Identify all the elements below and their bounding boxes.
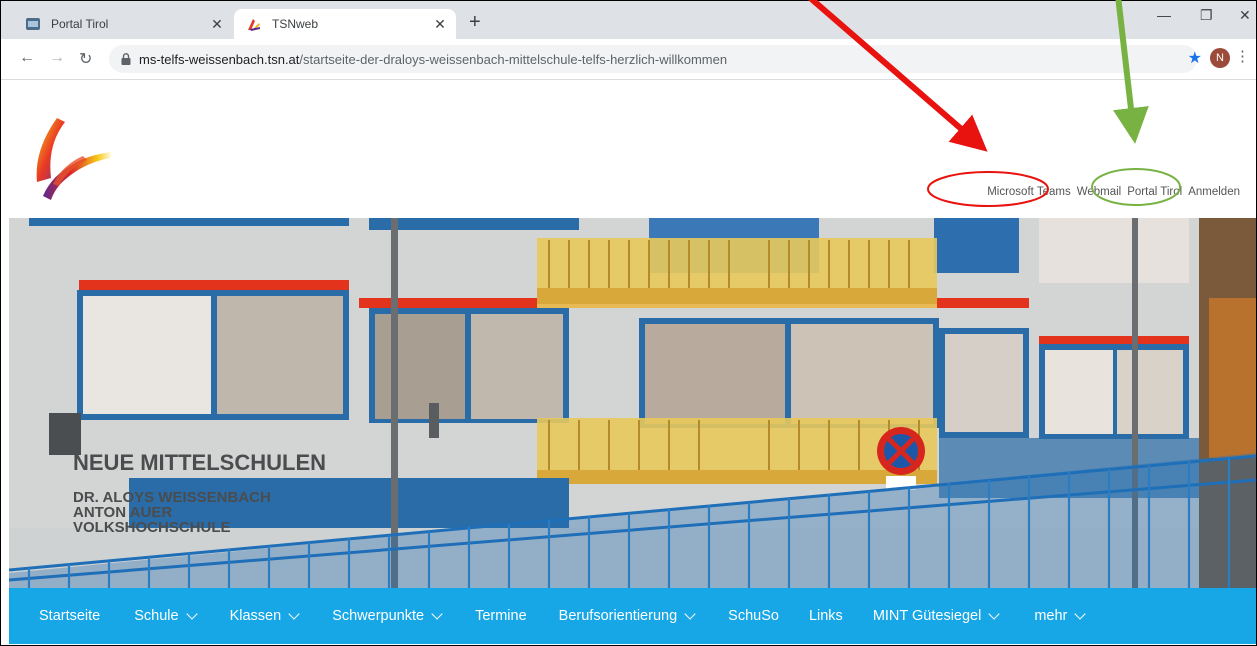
tsnweb-favicon-icon: [246, 16, 262, 32]
chevron-down-icon: [288, 608, 300, 620]
sign-line-4: VOLKSHOCHSCHULE: [73, 519, 231, 536]
nav-label: Klassen: [229, 608, 282, 624]
url-host: ms-telfs-weissenbach.tsn.at: [139, 51, 300, 67]
portal-tirol-link[interactable]: Portal Tirol: [1127, 186, 1182, 198]
site-header: Microsoft Teams Webmail Portal Tirol Anm…: [1, 80, 1256, 218]
portal-tirol-favicon-icon: [25, 16, 41, 32]
tab-tsnweb[interactable]: TSNweb ✕: [234, 9, 456, 39]
address-bar[interactable]: ms-telfs-weissenbach.tsn.at/startseite-d…: [109, 45, 1197, 73]
nav-label: SchuSo: [728, 608, 779, 624]
nav-schule[interactable]: Schule: [134, 608, 198, 624]
nav-label: Berufsorientierung: [558, 608, 678, 624]
close-tab-icon[interactable]: ✕: [430, 16, 450, 33]
nav-berufsorientierung[interactable]: Berufsorientierung: [558, 608, 696, 624]
profile-avatar[interactable]: N: [1210, 48, 1230, 68]
hero-image: NEUE MITTELSCHULEN DR. ALOYS WEISSENBACH…: [9, 218, 1256, 588]
nav-label: MINT Gütesiegel: [872, 608, 982, 624]
tab-title: TSNweb: [272, 17, 319, 31]
tab-strip: Portal Tirol ✕ TSNweb ✕ + — ❐ ✕: [1, 1, 1256, 39]
nav-mehr[interactable]: mehr: [1034, 608, 1087, 624]
tab-title: Portal Tirol: [51, 17, 109, 31]
bookmark-star-icon[interactable]: ★: [1188, 48, 1202, 68]
nav-startseite[interactable]: Startseite: [39, 608, 100, 624]
nav-label: Links: [808, 608, 843, 624]
browser-toolbar: ← → ↻ ms-telfs-weissenbach.tsn.at/starts…: [1, 39, 1256, 80]
tab-portal-tirol[interactable]: Portal Tirol ✕: [13, 9, 233, 39]
browser-window: Portal Tirol ✕ TSNweb ✕ + — ❐ ✕ ← → ↻ ms…: [0, 0, 1257, 646]
restore-icon[interactable]: ❐: [1200, 7, 1213, 24]
new-tab-plus-icon[interactable]: +: [469, 11, 481, 34]
nav-termine[interactable]: Termine: [475, 608, 527, 624]
nav-schwerpunkte[interactable]: Schwerpunkte: [332, 608, 443, 624]
main-navigation: Startseite Schule Klassen Schwerpunkte T…: [9, 588, 1256, 644]
reload-icon[interactable]: ↻: [79, 49, 92, 69]
chevron-down-icon: [684, 608, 696, 620]
chevron-down-icon: [988, 608, 1001, 620]
school-building-photo: NEUE MITTELSCHULEN DR. ALOYS WEISSENBACH…: [9, 218, 1256, 588]
chevron-down-icon: [1074, 608, 1087, 620]
chevron-down-icon: [185, 608, 198, 620]
nav-klassen[interactable]: Klassen: [229, 608, 300, 624]
browser-menu-icon[interactable]: ⋮: [1235, 47, 1250, 65]
back-arrow-icon[interactable]: ←: [19, 49, 35, 67]
nav-label: mehr: [1034, 608, 1068, 624]
nav-label: Schule: [134, 608, 179, 624]
webmail-link[interactable]: Webmail: [1077, 186, 1122, 198]
nav-label: Startseite: [39, 608, 101, 624]
close-tab-icon[interactable]: ✕: [207, 16, 227, 33]
sign-line-1: NEUE MITTELSCHULEN: [73, 450, 326, 475]
nav-label: Termine: [475, 608, 527, 624]
url-path: /startseite-der-draloys-weissenbach-mitt…: [299, 51, 728, 67]
top-links: Microsoft Teams Webmail Portal Tirol Anm…: [987, 186, 1240, 198]
forward-arrow-icon[interactable]: →: [49, 49, 65, 67]
school-logo[interactable]: [29, 112, 113, 202]
minimize-icon[interactable]: —: [1157, 7, 1171, 23]
chevron-down-icon: [431, 608, 443, 620]
nav-schuso[interactable]: SchuSo: [728, 608, 779, 624]
nav-mint-guetesiegel[interactable]: MINT Gütesiegel: [872, 608, 1001, 624]
nav-links[interactable]: Links: [809, 608, 843, 624]
anmelden-link[interactable]: Anmelden: [1188, 186, 1240, 198]
window-close-icon[interactable]: ✕: [1239, 7, 1251, 24]
nav-label: Schwerpunkte: [332, 608, 425, 624]
lock-icon: [121, 53, 131, 65]
microsoft-teams-link[interactable]: Microsoft Teams: [987, 186, 1071, 198]
